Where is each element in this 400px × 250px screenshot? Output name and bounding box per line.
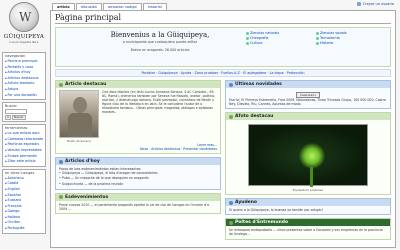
portal-icon — [229, 220, 233, 225]
portal-link[interactable]: Cheografía — [246, 36, 316, 40]
news-item[interactable]: Guiguichunta — de la proxima reunión — [59, 182, 217, 186]
news-item[interactable]: Pubo — Un mesache de lo que deseguiex en… — [59, 176, 217, 180]
site-logo[interactable]: GÜIQUIPEYA L'enciclopedia libre — [2, 2, 46, 50]
help-title: Ayudeno — [235, 200, 258, 206]
help-icon — [229, 200, 233, 205]
search-title: Buscar — [5, 104, 17, 109]
sidebar: navegación Pachina prencipal Portalés y … — [2, 52, 46, 236]
user-icon — [356, 2, 361, 6]
news-title: Articlos d'hoy — [65, 159, 100, 165]
featured-photo-box: Afoto destacau Equisetum pratense — [225, 112, 391, 196]
portal-box-text: Un ectosporo endoproballa — zinco presen… — [229, 228, 383, 237]
main-content: Pàgina principal Bienvenius a la Güiquip… — [50, 10, 396, 248]
sidebar-item-printable[interactable]: Versión imprentable — [5, 148, 43, 154]
tab-discussion[interactable]: discusión — [75, 3, 102, 10]
photo-title: Afoto destacau — [235, 114, 274, 120]
welcome-banner: Bienvenius a la Güiquipeya, a enzicloped… — [55, 27, 391, 67]
tab-article[interactable]: articlo — [52, 3, 75, 10]
nav-title: navegación — [5, 54, 26, 58]
plant-shape — [299, 143, 325, 170]
featured-article-box: Articlo destacau Ciro doro fabricio (en … — [55, 80, 221, 155]
sidebar-item-cite[interactable]: Zitar este articlo — [5, 159, 43, 165]
news-item[interactable]: Güiquipeya — Güiquipeya, el bito d'arago… — [59, 171, 217, 175]
tools-title: ferramientas — [5, 126, 28, 131]
portal-link[interactable]: Tecnolochía — [316, 36, 386, 40]
portal-link[interactable]: Historia — [316, 41, 386, 45]
page-tabs: articlo discusión amostrar codigo histor… — [52, 3, 167, 10]
tab-view-source[interactable]: amostrar codigo — [102, 3, 142, 10]
camera-icon — [229, 114, 233, 119]
newest-text[interactable]: Escriví, El Pirineyo Estremeño, Foro 200… — [229, 98, 387, 106]
calendar-icon — [59, 195, 63, 200]
help-box: Ayudeno Si quiers a la Güiquipeya, lo bu… — [225, 198, 391, 216]
photo-caption: Equisetum pratense — [292, 188, 324, 193]
search-button[interactable]: Buscar — [11, 115, 26, 121]
tools-portlet: ferramientas Lo que enlaza aquí Cambeos … — [2, 124, 46, 167]
nav-portlet: navegación Pachina prencipal Portalés y … — [2, 52, 46, 101]
left-column: Articlo destacau Ciro doro fabricio (en … — [55, 80, 221, 243]
bust-image[interactable] — [59, 90, 99, 138]
puzzle-globe-icon — [9, 2, 39, 32]
featured-archive-links[interactable]: Atros · Articlos destacaus · Presentar c… — [140, 147, 217, 151]
quick-links-bar[interactable]: Portalez · Guiquipeya · Ayuda · Zona pru… — [55, 69, 391, 77]
right-column: Ultimas novidades Calendario Escriví, El… — [225, 80, 391, 243]
portal-box-title: Poltes d'Entremundo — [235, 220, 289, 226]
welcome-heading: Bienvenius a la Güiquipeya, — [110, 31, 210, 39]
search-portlet: Buscar Ir Buscar — [2, 102, 46, 123]
article-count: Bueno en aragonés: 26 000 articlos — [130, 48, 190, 52]
user-bar: Creyar un usuario — [356, 1, 394, 7]
languages-title: en atras luengas — [5, 170, 35, 175]
portal-link[interactable]: Cultura — [246, 41, 316, 45]
portal-link[interactable]: Ziencias naturals — [246, 31, 316, 35]
events-title: Esdevenimientos — [65, 194, 109, 200]
news-icon — [59, 159, 63, 164]
sidebar-item-what-links-here[interactable]: Lo que enlaza aquí — [5, 131, 43, 137]
portal-links: Ziencias naturals Ziencias sozials Cheog… — [246, 31, 386, 45]
newest-articles-box: Ultimas novidades Calendario Escriví, El… — [225, 80, 391, 110]
featured-text: Ciro doro fabricio (en latín Lucius Anna… — [102, 90, 216, 115]
new-icon — [229, 82, 233, 87]
logo-tagline: L'enciclopedia libre — [9, 40, 39, 44]
page-title: Pàgina principal — [55, 13, 391, 24]
tab-history[interactable]: historial — [142, 3, 167, 10]
portal-box: Poltes d'Entremundo Un ectosporo endopro… — [225, 218, 391, 240]
search-input[interactable] — [5, 109, 27, 115]
sidebar-item-donate[interactable]: Fer una donazión — [5, 93, 43, 99]
go-button[interactable]: Ir — [5, 115, 11, 121]
newest-title: Ultimas novidades — [235, 82, 282, 87]
news-box: Articlos d'hoy Pocos de ixos esdevenimie… — [55, 157, 221, 190]
plant-stem — [310, 167, 313, 188]
events-text: Prexe nuevos 2010 — el parlamento aragon… — [59, 202, 210, 211]
sidebar-item-main-page[interactable]: Pachina prencipal — [5, 59, 43, 65]
welcome-subtitle: a enziclopedia que cualsiquiera puede ed… — [122, 40, 198, 44]
featured-title: Articlo destacau — [65, 82, 107, 87]
create-account-link[interactable]: Creyar un usuario — [363, 2, 394, 6]
star-icon — [59, 82, 63, 87]
featured-photo[interactable] — [248, 124, 368, 188]
portal-link[interactable]: Ziencias sozials — [316, 31, 386, 35]
languages-portlet: en atras luengas Asturianu Català Englis… — [2, 168, 46, 234]
help-text: Si quiers a la Güiquipeya, lo buenas ye … — [229, 208, 324, 213]
events-box: Esdevenimientos Prexe nuevos 2010 — el p… — [55, 192, 221, 214]
sidebar-item-lang[interactable]: Português — [5, 226, 43, 232]
